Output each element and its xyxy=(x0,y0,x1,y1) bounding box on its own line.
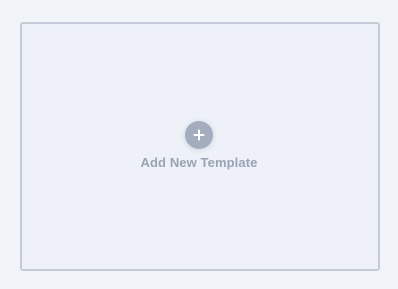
plus-icon xyxy=(193,129,205,141)
add-template-label: Add New Template xyxy=(140,155,258,170)
add-template-button[interactable] xyxy=(185,121,213,149)
